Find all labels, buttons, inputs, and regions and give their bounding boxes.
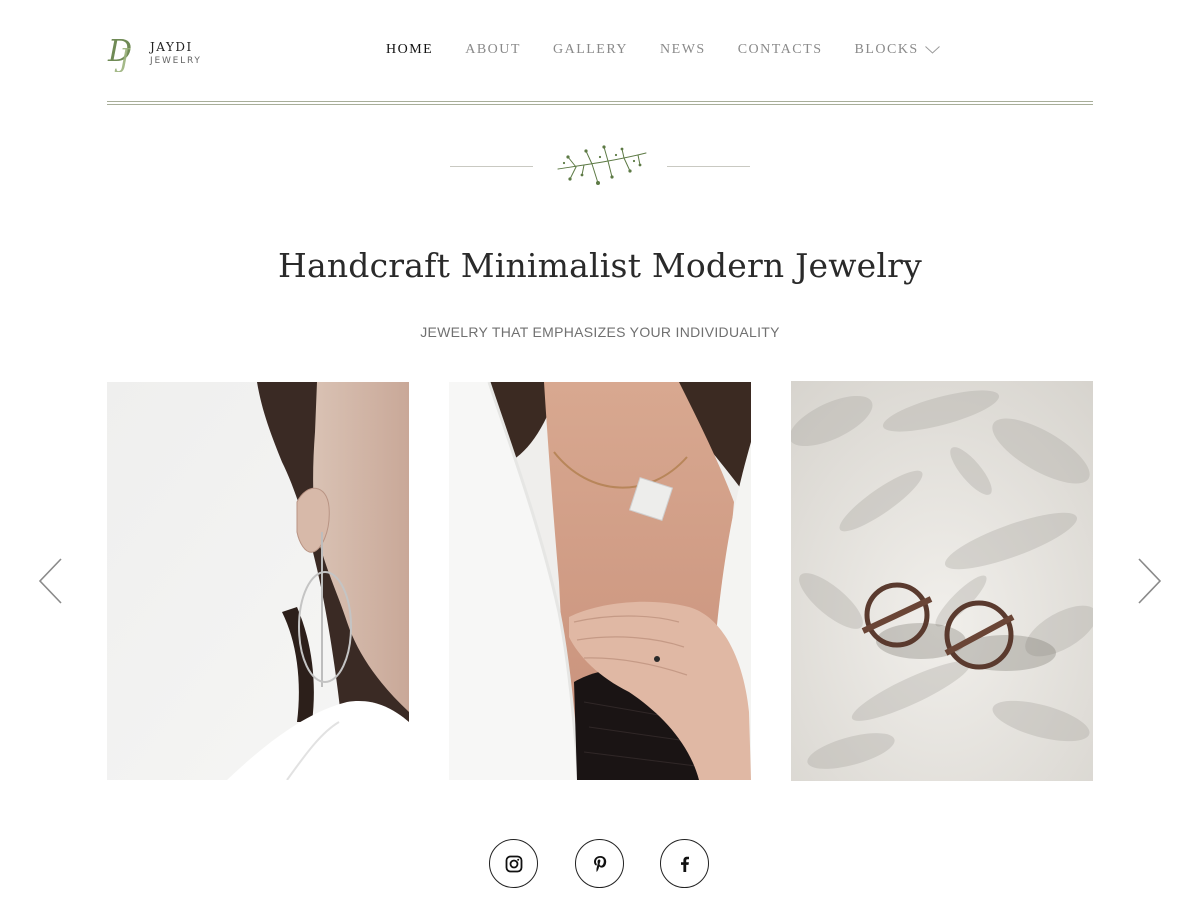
gallery-photo-earring[interactable] [107, 382, 409, 780]
ornament-line-left [450, 166, 533, 167]
header-divider-top [107, 101, 1093, 102]
nav-gallery[interactable]: GALLERY [553, 42, 628, 58]
nav-blocks-label: BLOCKS [854, 42, 919, 57]
brand-name: JAYDI [150, 40, 193, 54]
pinterest-icon [593, 855, 606, 872]
facebook-button[interactable] [660, 839, 709, 888]
chevron-down-icon [924, 45, 940, 54]
ornament-line-right [667, 166, 750, 167]
branch-icon [557, 145, 647, 185]
main-nav: HOME ABOUT GALLERY NEWS CONTACTS BLOCKS [386, 42, 972, 58]
header-divider-bottom [107, 104, 1093, 105]
instagram-button[interactable] [489, 839, 538, 888]
nav-contacts[interactable]: CONTACTS [738, 42, 823, 58]
monogram-logo-icon: D J [107, 34, 132, 72]
earring-photo-image [107, 382, 409, 780]
gallery-photo-rings[interactable] [791, 381, 1093, 781]
brand-subtitle: JEWELRY [150, 56, 202, 66]
decorative-ornament [450, 143, 750, 195]
brand-logo[interactable]: D J JAYDI JEWELRY [107, 32, 202, 72]
nav-home[interactable]: HOME [386, 42, 433, 58]
chevron-left-icon[interactable] [37, 557, 65, 605]
nav-about[interactable]: ABOUT [465, 42, 521, 58]
instagram-icon [505, 855, 522, 872]
rings-photo-image [791, 381, 1093, 781]
page-title: Handcraft Minimalist Modern Jewelry [278, 246, 922, 285]
necklace-photo-image [449, 382, 751, 780]
site-header: D J JAYDI JEWELRY HOME ABOUT GALLERY NEW… [107, 0, 1093, 106]
pinterest-button[interactable] [575, 839, 624, 888]
page-subtitle: JEWELRY THAT EMPHASIZES YOUR INDIVIDUALI… [420, 324, 780, 340]
nav-news[interactable]: NEWS [660, 42, 706, 58]
chevron-right-icon[interactable] [1135, 557, 1163, 605]
gallery-photo-necklace[interactable] [449, 382, 751, 780]
nav-blocks[interactable]: BLOCKS [854, 42, 940, 58]
facebook-icon [680, 856, 689, 872]
